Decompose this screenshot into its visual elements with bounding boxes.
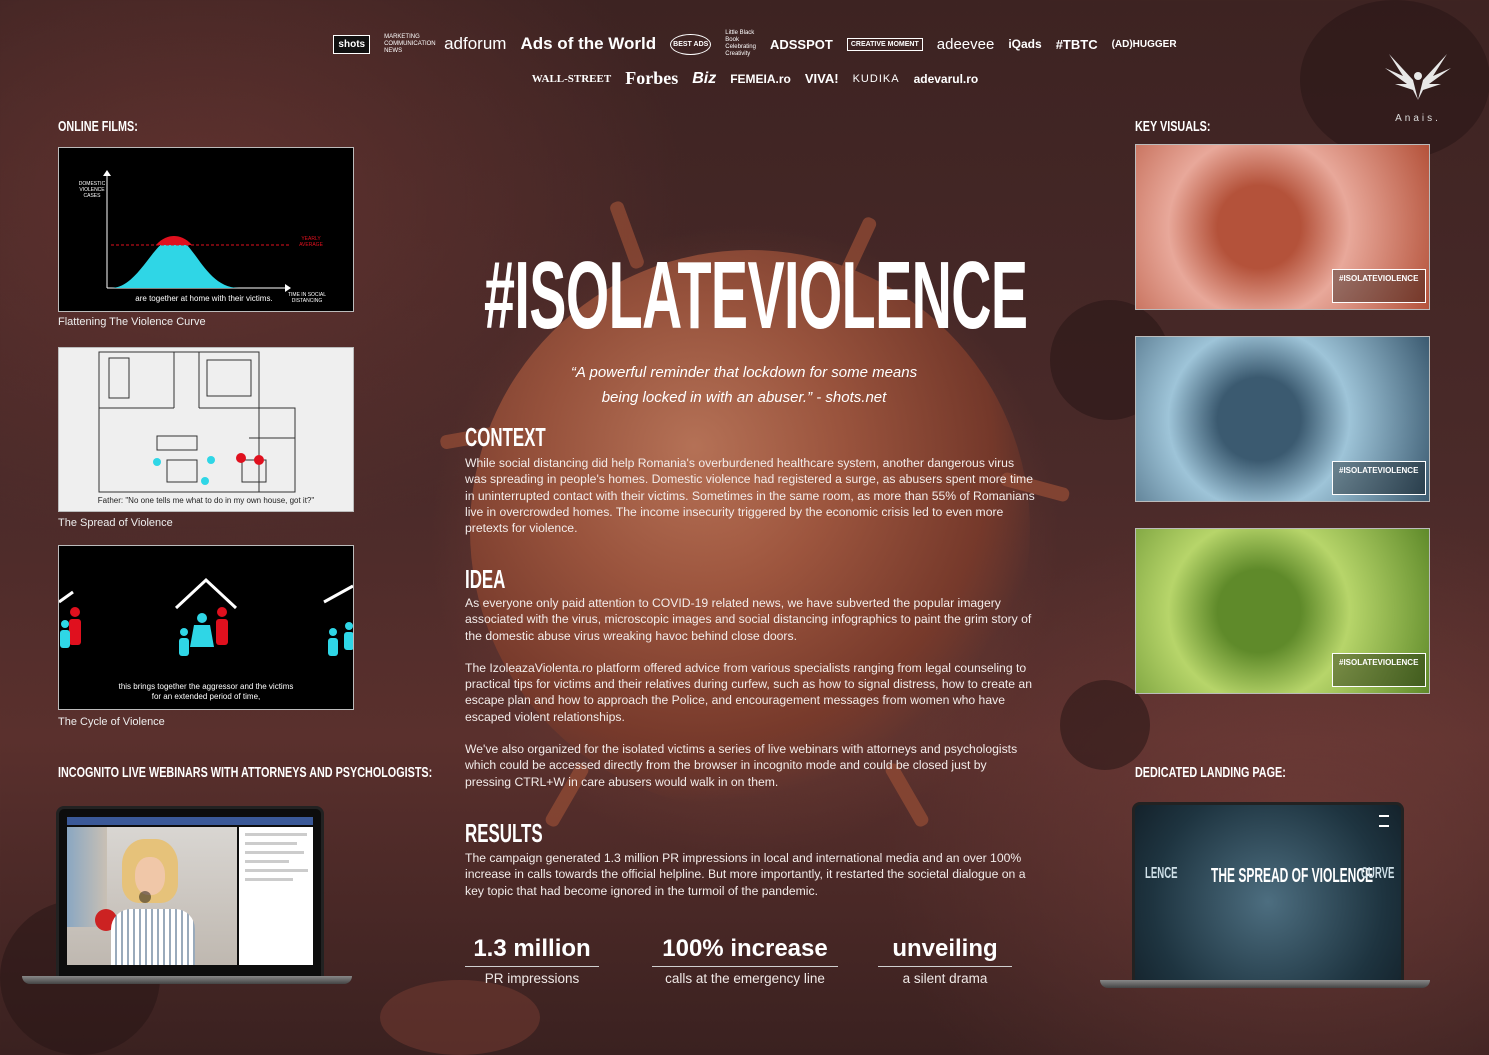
results-body: The campaign generated 1.3 million PR im… xyxy=(465,850,1035,915)
quote-line-1: “A powerful reminder that lockdown for s… xyxy=(570,364,918,381)
brand-name: Anais. xyxy=(1395,113,1441,124)
landing-laptop-screen[interactable]: LENCE THE SPREAD OF VIOLENCE CURVE xyxy=(1132,802,1404,984)
idea-paragraph-2: The IzoleazaViolenta.ro platform offered… xyxy=(465,660,1032,724)
logo-adsspot: ADSSPOT xyxy=(769,36,833,52)
film-caption-cycle: The Cycle of Violence xyxy=(58,716,165,728)
stat-value: 100% increase xyxy=(652,935,838,967)
logo-tbtc: #TBTC xyxy=(1055,36,1098,52)
key-visual-tag: #ISOLATEVIOLENCE xyxy=(1339,274,1419,283)
stat-label: PR impressions xyxy=(484,971,580,986)
film-caption-curve: Flattening The Violence Curve xyxy=(58,316,206,328)
logo-mcn: MARKETING COMMUNICATION NEWS xyxy=(384,33,436,54)
logo-ads-of-the-world: Ads of the World xyxy=(520,34,657,53)
logo-adevarul: adevarul.ro xyxy=(913,71,979,86)
logo-wall-street: WALL-STREET xyxy=(531,72,612,85)
logo-viva: VIVA! xyxy=(804,71,839,86)
logo-iqads: iQads xyxy=(1008,37,1042,51)
landing-left-word: LENCE xyxy=(1145,865,1178,882)
logo-creative-moment: CREATIVE MOMENT xyxy=(846,37,923,51)
film-thumb-spread[interactable]: Father: "No one tells me what to do in m… xyxy=(58,347,354,512)
logo-adforum: adforum xyxy=(444,34,507,53)
idea-paragraph-3: We've also organized for the isolated vi… xyxy=(465,742,1018,789)
stat-impressions: 1.3 million PR impressions xyxy=(465,935,599,986)
curve-yearly-label: YEARLY AVERAGE xyxy=(299,236,323,248)
landing-title[interactable]: THE SPREAD OF VIOLENCE xyxy=(1211,865,1373,888)
landing-page-heading: DEDICATED LANDING PAGE: xyxy=(1135,764,1286,781)
floorplan-graphic xyxy=(98,351,296,493)
logo-femeia: FEMEIA.ro xyxy=(730,71,791,86)
key-visuals-heading: KEY VISUALS: xyxy=(1135,118,1211,135)
webinar-laptop-screen[interactable] xyxy=(56,806,324,980)
idea-paragraph-1: As everyone only paid attention to COVID… xyxy=(465,596,1032,643)
film-thumb-cycle[interactable]: this brings together the aggressor and t… xyxy=(58,545,354,710)
quote-line-2: being locked in with an abuser.” xyxy=(601,389,813,406)
webinar-video[interactable] xyxy=(67,827,237,965)
menu-icon[interactable] xyxy=(1379,815,1389,827)
logo-forbes: Forbes xyxy=(625,68,679,88)
key-visual-tag: #ISOLATEVIOLENCE xyxy=(1339,658,1419,667)
press-quote: “A powerful reminder that lockdown for s… xyxy=(480,360,1008,410)
key-visual-tag-box: #ISOLATEVIOLENCE xyxy=(1332,653,1426,687)
stat-calls: 100% increase calls at the emergency lin… xyxy=(652,935,838,986)
logo-adhugger: (AD)HUGGER xyxy=(1111,38,1177,50)
quote-source: - shots.net xyxy=(816,389,887,406)
context-body: While social distancing did help Romania… xyxy=(465,455,1035,552)
idea-heading: IDEA xyxy=(465,564,506,594)
brand-logo: Anais. xyxy=(1378,50,1458,124)
cycle-subtitle-1: this brings together the aggressor and t… xyxy=(118,682,294,691)
curve-y-axis-label: DOMESTIC VIOLENCE CASES xyxy=(78,181,106,199)
spread-subtitle: Father: "No one tells me what to do in m… xyxy=(97,496,315,505)
page-title: #ISOLATEVIOLENCE xyxy=(484,242,1028,349)
webinar-laptop-base xyxy=(22,976,352,984)
key-visual-tag-box: #ISOLATEVIOLENCE xyxy=(1332,269,1426,303)
results-heading: RESULTS xyxy=(465,818,543,848)
context-paragraph: While social distancing did help Romania… xyxy=(465,456,1035,536)
key-visual-tag-box: #ISOLATEVIOLENCE xyxy=(1332,461,1426,495)
key-visual-blue[interactable]: #ISOLATEVIOLENCE xyxy=(1135,336,1430,502)
logo-lbb: Little Black Book Celebrating Creativity xyxy=(725,30,756,57)
logo-row-2: WALL-STREET Forbes Biz FEMEIA.ro VIVA! K… xyxy=(345,68,1165,89)
wings-icon xyxy=(1385,54,1451,100)
key-visual-red[interactable]: #ISOLATEVIOLENCE xyxy=(1135,144,1430,310)
curve-subtitle: are together at home with their victims. xyxy=(135,294,273,303)
stat-label: a silent drama xyxy=(902,971,988,986)
key-visual-tag: #ISOLATEVIOLENCE xyxy=(1339,466,1419,475)
logo-adeevee: adeevee xyxy=(936,35,995,53)
film-thumb-curve[interactable]: DOMESTIC VIOLENCE CASES YEARLY AVERAGE T… xyxy=(58,147,354,312)
key-visual-green[interactable]: #ISOLATEVIOLENCE xyxy=(1135,528,1430,694)
logo-row-1: shots MARKETING COMMUNICATION NEWS adfor… xyxy=(333,30,1177,58)
logo-kudika: KUDIKA xyxy=(852,72,900,85)
logo-biz: Biz xyxy=(692,69,717,87)
landing-laptop-base xyxy=(1100,980,1430,988)
logo-shots: shots xyxy=(333,34,371,54)
stat-value: 1.3 million xyxy=(465,935,599,967)
context-heading: CONTEXT xyxy=(465,422,546,452)
webinar-browser-bar xyxy=(67,817,313,825)
logo-best-ads: BEST ADS xyxy=(670,33,712,55)
cycle-subtitle-2: for an extended period of time, xyxy=(151,692,261,701)
stat-unveiling: unveiling a silent drama xyxy=(878,935,1012,986)
violence-curve-graphic xyxy=(103,170,291,292)
stat-value: unveiling xyxy=(878,935,1012,967)
media-logos: shots MARKETING COMMUNICATION NEWS adfor… xyxy=(333,30,1177,99)
webinar-chat-panel xyxy=(239,827,313,965)
webinars-heading: INCOGNITO LIVE WEBINARS WITH ATTORNEYS A… xyxy=(58,764,433,781)
results-paragraph: The campaign generated 1.3 million PR im… xyxy=(465,851,1026,898)
online-films-heading: ONLINE FILMS: xyxy=(58,118,138,135)
idea-body: As everyone only paid attention to COVID… xyxy=(465,595,1035,806)
play-icon[interactable] xyxy=(139,891,151,903)
film-caption-spread: The Spread of Violence xyxy=(58,517,173,529)
landing-right-word: CURVE xyxy=(1361,865,1395,882)
stat-label: calls at the emergency line xyxy=(665,971,825,986)
